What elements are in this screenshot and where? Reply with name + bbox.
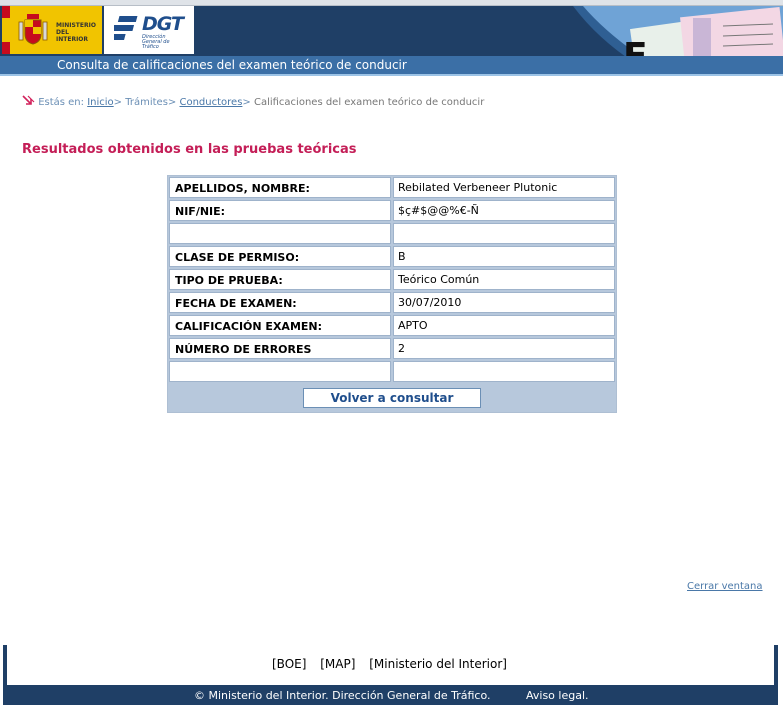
- row-label: [169, 361, 391, 382]
- row-value: [393, 223, 615, 244]
- breadcrumb-link-conductores[interactable]: Conductores: [179, 97, 242, 108]
- row-value: 30/07/2010: [393, 292, 615, 313]
- row-value: [393, 361, 615, 382]
- table-row: [169, 223, 615, 244]
- dgt-emblem-icon: [114, 16, 138, 40]
- table-row: NÚMERO DE ERRORES 2: [169, 338, 615, 359]
- table-row: FECHA DE EXAMEN: 30/07/2010: [169, 292, 615, 313]
- row-value: $ç#$@@%€-Ñ: [393, 200, 615, 221]
- row-label: TIPO DE PRUEBA:: [169, 269, 391, 290]
- breadcrumb-separator: >: [242, 97, 254, 108]
- breadcrumb: Estás en: Inicio> Trámites> Conductores>…: [22, 95, 484, 108]
- cerrar-ventana-link[interactable]: Cerrar ventana: [687, 581, 763, 592]
- subtitle-underline: [0, 74, 783, 76]
- spain-flag-icon: [2, 6, 10, 54]
- results-heading: Resultados obtenidos en las pruebas teór…: [22, 142, 357, 157]
- footer-link-boe[interactable]: [BOE]: [272, 657, 306, 671]
- row-label: FECHA DE EXAMEN:: [169, 292, 391, 313]
- coat-of-arms-icon: [18, 14, 48, 45]
- row-label: CALIFICACIÓN EXAMEN:: [169, 315, 391, 336]
- volver-a-consultar-button[interactable]: Volver a consultar: [303, 387, 481, 408]
- breadcrumb-separator: >: [113, 97, 126, 108]
- row-label: APELLIDOS, NOMBRE:: [169, 177, 391, 198]
- row-label: CLASE DE PERMISO:: [169, 246, 391, 267]
- table-row: NIF/NIE: $ç#$@@%€-Ñ: [169, 200, 615, 221]
- footer-bar: © Ministerio del Interior. Dirección Gen…: [3, 685, 778, 705]
- breadcrumb-item-tramites: Trámites: [125, 97, 168, 108]
- row-value: B: [393, 246, 615, 267]
- footer-links: [BOE] [MAP] [Ministerio del Interior]: [272, 657, 517, 671]
- breadcrumb-arrow-icon: [22, 95, 35, 105]
- dgt-logo[interactable]: DGT Dirección General de Tráfico: [104, 6, 194, 54]
- subtitle-bar: Consulta de calificaciones del examen te…: [0, 56, 783, 74]
- row-value: 2: [393, 338, 615, 359]
- ministerio-logo-text: MINISTERIO DEL INTERIOR: [56, 22, 96, 43]
- footer-link-map[interactable]: [MAP]: [320, 657, 355, 671]
- ministerio-interior-logo[interactable]: MINISTERIO DEL INTERIOR: [2, 6, 102, 54]
- table-row: APELLIDOS, NOMBRE: Rebilated Verbeneer P…: [169, 177, 615, 198]
- row-label: NIF/NIE:: [169, 200, 391, 221]
- row-label: [169, 223, 391, 244]
- results-table: APELLIDOS, NOMBRE: Rebilated Verbeneer P…: [167, 175, 617, 413]
- row-label: NÚMERO DE ERRORES: [169, 338, 391, 359]
- row-value: Teórico Común: [393, 269, 615, 290]
- dgt-logo-subtext: Dirección General de Tráfico: [142, 34, 170, 50]
- row-value: APTO: [393, 315, 615, 336]
- table-row: TIPO DE PRUEBA: Teórico Común: [169, 269, 615, 290]
- page-subtitle: Consulta de calificaciones del examen te…: [57, 58, 407, 72]
- footer-link-ministerio[interactable]: [Ministerio del Interior]: [369, 657, 507, 671]
- row-value: Rebilated Verbeneer Plutonic: [393, 177, 615, 198]
- breadcrumb-link-inicio[interactable]: Inicio: [87, 97, 113, 108]
- footer-copyright: © Ministerio del Interior. Dirección Gen…: [194, 689, 491, 702]
- button-row: Volver a consultar: [169, 384, 615, 411]
- breadcrumb-current: Calificaciones del examen teórico de con…: [253, 97, 485, 108]
- breadcrumb-separator: >: [167, 97, 180, 108]
- breadcrumb-prefix: Estás en:: [38, 97, 85, 108]
- table-row: CLASE DE PERMISO: B: [169, 246, 615, 267]
- table-row: [169, 361, 615, 382]
- table-row: CALIFICACIÓN EXAMEN: APTO: [169, 315, 615, 336]
- dgt-logo-text: DGT: [142, 13, 184, 35]
- footer-aviso-legal-link[interactable]: Aviso legal.: [526, 689, 589, 702]
